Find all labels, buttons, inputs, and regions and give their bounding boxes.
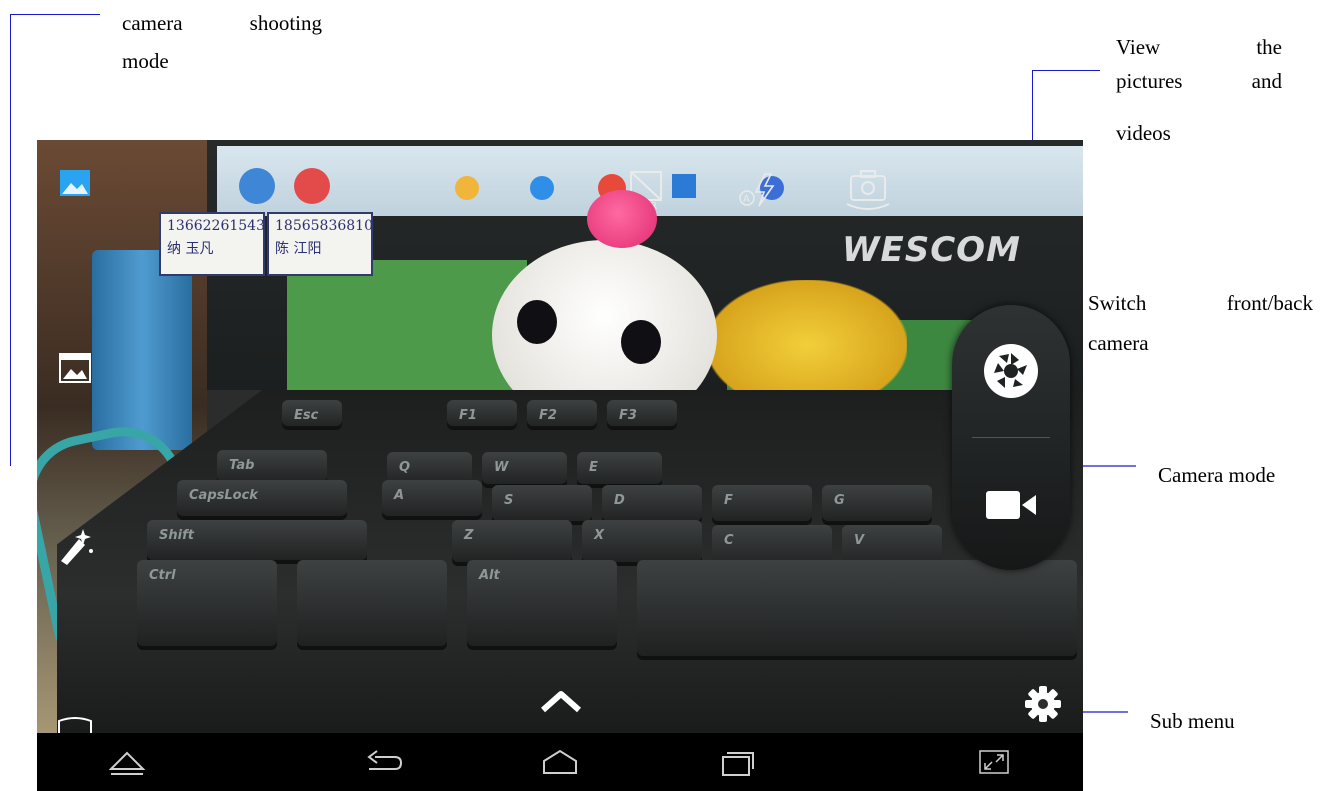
back-icon[interactable]: [365, 745, 405, 779]
camera-mode-callout: Camera mode: [1158, 463, 1276, 487]
effects-icon[interactable]: [57, 525, 93, 565]
keyboard-key: Shift: [147, 520, 367, 564]
capture-controls: [952, 305, 1070, 570]
flash-auto-icon[interactable]: A: [737, 170, 777, 210]
callout-line: [10, 14, 100, 15]
camera-screen: HDR A 13662261543 纳 玉凡 18565836810 陈 江阳 …: [37, 140, 1083, 791]
system-nav-bar: [37, 733, 1083, 791]
callout-line: [10, 14, 11, 466]
label-number: 13662261543: [167, 218, 265, 234]
sticky-label: 18565836810 陈 江阳: [267, 212, 373, 276]
keyboard-key: Alt: [467, 560, 617, 650]
home-icon[interactable]: [540, 745, 580, 779]
keyboard-key: CapsLock: [177, 480, 347, 520]
view-media-callout: View the: [1116, 35, 1282, 59]
keyboard-key: Esc: [282, 400, 342, 430]
plush-eye: [517, 300, 557, 344]
up-icon[interactable]: [107, 745, 147, 779]
chevron-up-icon[interactable]: [539, 688, 583, 716]
keyboard-key: S: [492, 485, 592, 525]
video-camera-icon[interactable]: [984, 485, 1040, 525]
shutter-icon[interactable]: [981, 341, 1041, 401]
fullscreen-exit-icon[interactable]: [974, 745, 1014, 779]
video-mode-icon[interactable]: [57, 350, 93, 386]
switch-camera-callout: Switch front/back: [1088, 291, 1313, 315]
keyboard-key: W: [482, 452, 567, 488]
label-number: 18565836810: [275, 218, 373, 234]
label-name: 陈 江阳: [275, 241, 322, 257]
shooting-mode-callout-2: mode: [122, 49, 169, 73]
keyboard-key: F: [712, 485, 812, 525]
keyboard-key: Ctrl: [137, 560, 277, 650]
shooting-mode-callout: camera shooting: [122, 11, 322, 35]
keyboard-key: D: [602, 485, 702, 525]
keyboard-key: E: [577, 452, 662, 488]
flash-label: A: [743, 194, 750, 205]
gallery-icon[interactable]: [57, 165, 93, 201]
keyboard-key: F1: [447, 400, 517, 430]
monitor-brand: WESCOM: [842, 230, 1021, 270]
plush-tuft: [587, 190, 657, 248]
keyboard-key: G: [822, 485, 932, 525]
keyboard-spacebar: [637, 560, 1077, 660]
recents-icon[interactable]: [717, 745, 757, 779]
keyboard-key: A: [382, 480, 482, 520]
blue-cup: [92, 250, 192, 450]
callout-line: [1032, 70, 1100, 71]
view-media-callout-2: pictures and: [1116, 69, 1282, 93]
switch-camera-callout-2: camera: [1088, 331, 1149, 355]
keyboard-key: [297, 560, 447, 650]
view-media-callout-3: videos: [1116, 121, 1171, 145]
divider: [972, 437, 1050, 438]
plush-eye: [621, 320, 661, 364]
keyboard-key: F3: [607, 400, 677, 430]
camera-viewfinder[interactable]: HDR A 13662261543 纳 玉凡 18565836810 陈 江阳 …: [37, 140, 1083, 733]
sub-menu-callout: Sub menu: [1150, 709, 1235, 733]
gear-icon[interactable]: [1023, 684, 1063, 724]
sticky-label: 13662261543 纳 玉凡: [159, 212, 265, 276]
switch-camera-icon[interactable]: [843, 168, 895, 212]
label-name: 纳 玉凡: [167, 241, 214, 257]
keyboard-key: F2: [527, 400, 597, 430]
